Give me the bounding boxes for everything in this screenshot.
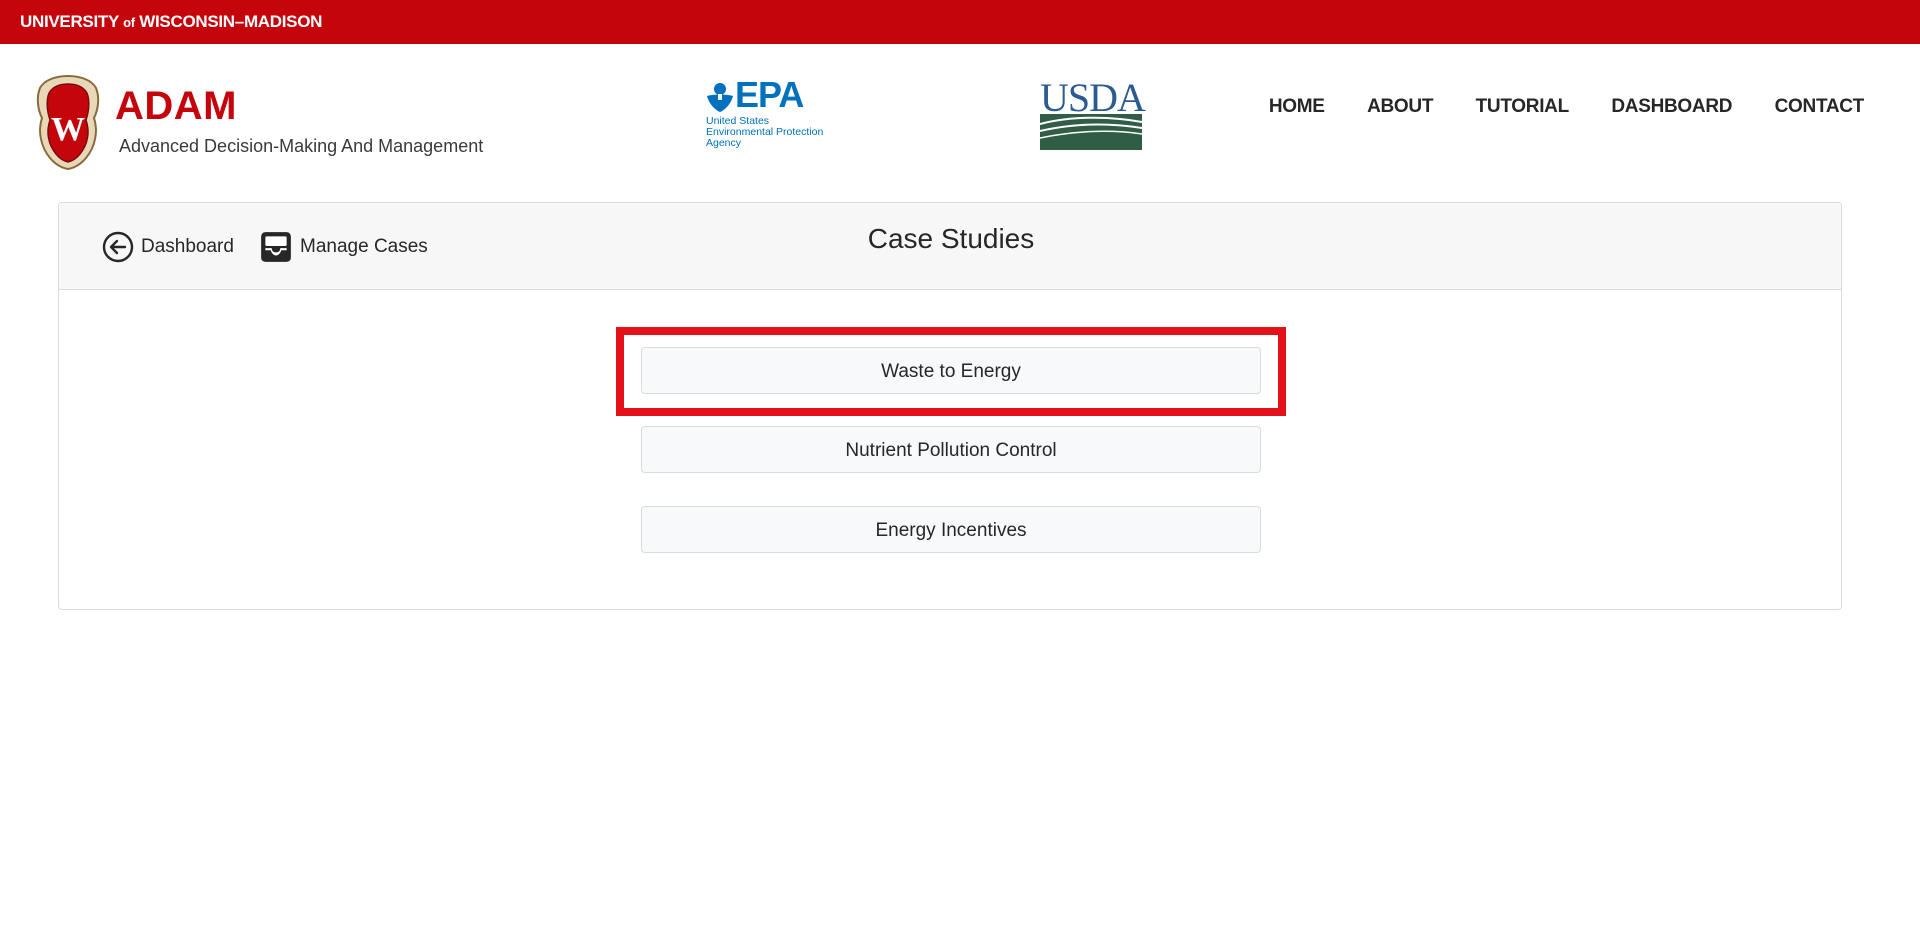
nav-tutorial[interactable]: TUTORIAL (1476, 96, 1570, 118)
card-header: Case Studies Dashboard Manage Cases (59, 203, 1841, 290)
app-subtitle: Advanced Decision-Making And Management (119, 136, 484, 156)
uw-top-bar: UNIVERSITY of WISCONSIN–MADISON (0, 0, 1920, 44)
case-nutrient-pollution-control-button[interactable]: Nutrient Pollution Control (641, 426, 1261, 473)
back-to-dashboard-button[interactable]: Dashboard (102, 225, 234, 269)
uw-crest-icon: W (36, 74, 100, 170)
case-waste-to-energy-button[interactable]: Waste to Energy (641, 347, 1261, 394)
back-button-label: Dashboard (141, 236, 234, 257)
inbox-icon (261, 232, 291, 262)
nav-home[interactable]: HOME (1269, 96, 1325, 118)
university-title-prefix: UNIVERSITY (20, 12, 119, 31)
epa-line-3: Agency (706, 137, 742, 149)
arrow-left-circle-icon (102, 231, 134, 263)
usda-fields-icon (1040, 114, 1142, 150)
nav-contact[interactable]: CONTACT (1775, 96, 1865, 118)
university-title-suffix: WISCONSIN–MADISON (139, 12, 323, 31)
usda-logo: USDA (1040, 75, 1146, 150)
epa-logo: EPA United States Environmental Protecti… (705, 74, 855, 150)
university-title[interactable]: UNIVERSITY of WISCONSIN–MADISON (20, 0, 322, 45)
nav-about[interactable]: ABOUT (1367, 96, 1433, 118)
epa-wordmark: EPA (735, 74, 804, 115)
app-name: ADAM (115, 84, 237, 128)
main-nav: HOME ABOUT TUTORIAL DASHBOARD CONTACT (1231, 96, 1864, 118)
case-energy-incentives-button[interactable]: Energy Incentives (641, 506, 1261, 553)
epa-flower-icon (707, 83, 733, 112)
site-brand[interactable]: W ADAM Advanced Decision-Making And Mana… (36, 74, 496, 174)
svg-text:W: W (51, 111, 85, 148)
case-studies-card: Case Studies Dashboard Manage Cases Wast… (58, 202, 1842, 610)
manage-cases-button[interactable]: Manage Cases (259, 225, 428, 269)
nav-dashboard[interactable]: DASHBOARD (1611, 96, 1732, 118)
university-title-of: of (123, 15, 135, 30)
manage-cases-label: Manage Cases (300, 236, 428, 257)
